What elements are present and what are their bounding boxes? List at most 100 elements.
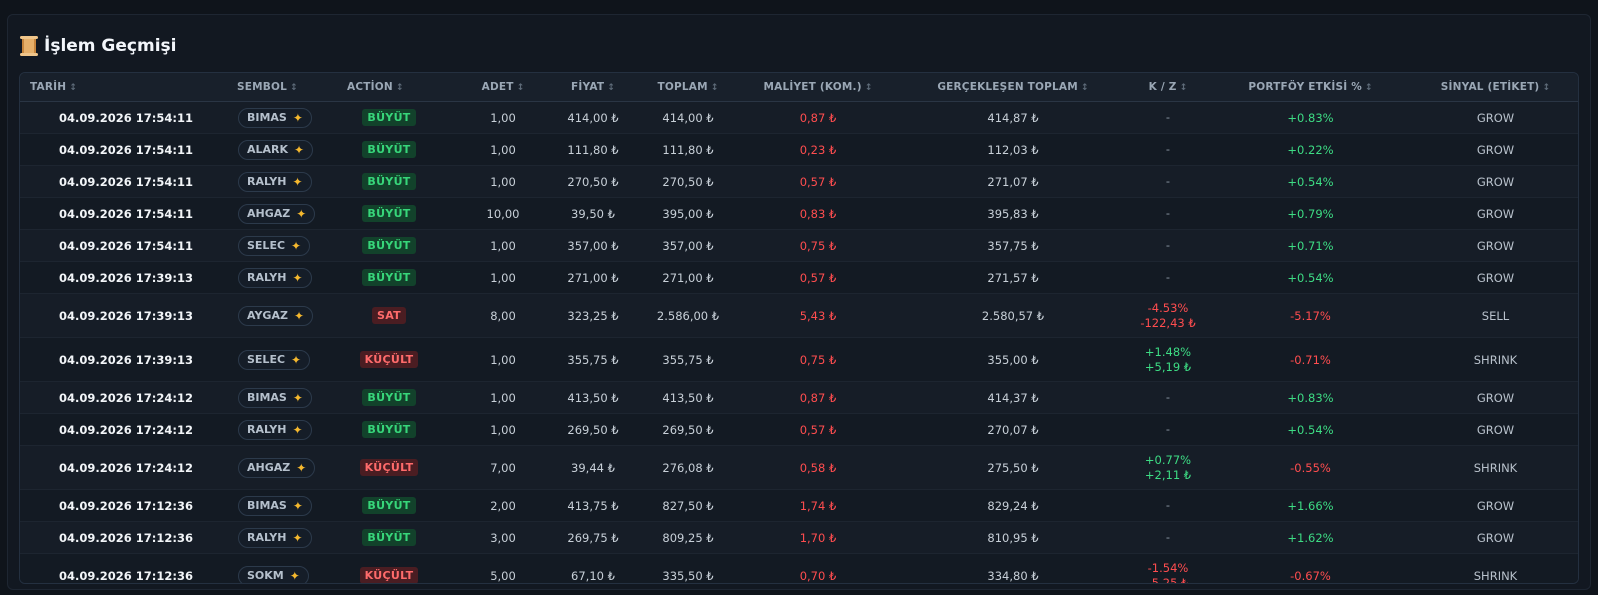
column-header-qty[interactable]: ADET ↕: [458, 73, 548, 102]
star-icon: ✦: [292, 390, 303, 405]
column-header-symbol[interactable]: SEMBOL ↕: [200, 73, 320, 102]
cell-date: 04.09.2026 17:24:12: [20, 445, 200, 490]
column-header-cost[interactable]: MALİYET (KOM.) ↕: [738, 73, 898, 102]
symbol-chip[interactable]: RALYH ✦: [238, 267, 312, 288]
cell-profit-loss: -: [1128, 165, 1208, 198]
column-header-label: ACTİON: [347, 81, 393, 93]
table-row[interactable]: 04.09.2026 17:39:13 SELEC ✦ KÜÇÜLT 1,00 355,7…: [20, 337, 1578, 382]
table-row[interactable]: 04.09.2026 17:12:36 SOKM ✦ KÜÇÜLT 5,00 67,10 …: [20, 553, 1578, 583]
symbol-chip[interactable]: RALYH ✦: [238, 527, 312, 548]
cell-symbol: BIMAS ✦: [200, 489, 320, 522]
sort-icon[interactable]: ↕: [69, 83, 77, 93]
table-row[interactable]: 04.09.2026 17:54:11 ALARK ✦ BÜYÜT 1,00 111,80…: [20, 133, 1578, 166]
column-header-impact[interactable]: PORTFÖY ETKİSİ % ↕: [1208, 73, 1413, 102]
cell-portfolio-impact: -0.67%: [1208, 553, 1413, 583]
column-header-date[interactable]: TARİH ↕: [20, 73, 200, 102]
symbol-chip[interactable]: SELEC ✦: [238, 235, 311, 256]
column-header-realized[interactable]: GERÇEKLEŞEN TOPLAM ↕: [898, 73, 1128, 102]
action-badge: BÜYÜT: [362, 389, 416, 406]
cell-qty: 1,00: [458, 261, 548, 294]
symbol-label: BIMAS: [247, 499, 287, 512]
cell-date: 04.09.2026 17:39:13: [20, 261, 200, 294]
cell-price: 355,75 ₺: [548, 337, 638, 382]
symbol-chip[interactable]: RALYH ✦: [238, 419, 312, 440]
cell-total: 270,50 ₺: [638, 165, 738, 198]
sort-icon[interactable]: ↕: [865, 83, 873, 93]
symbol-chip[interactable]: AYGAZ ✦: [238, 305, 314, 326]
table-row[interactable]: 04.09.2026 17:12:36 BIMAS ✦ BÜYÜT 2,00 413,75…: [20, 489, 1578, 522]
table-row[interactable]: 04.09.2026 17:24:12 BIMAS ✦ BÜYÜT 1,00 413,50…: [20, 381, 1578, 414]
cell-symbol: ALARK ✦: [200, 133, 320, 166]
cell-action: KÜÇÜLT: [320, 337, 458, 382]
table-row[interactable]: 04.09.2026 17:54:11 RALYH ✦ BÜYÜT 1,00 270,50…: [20, 165, 1578, 198]
table-row[interactable]: 04.09.2026 17:54:11 BIMAS ✦ BÜYÜT 1,00 414,00…: [20, 101, 1578, 134]
cell-date: 04.09.2026 17:12:36: [20, 521, 200, 554]
cell-realized-total: 414,37 ₺: [898, 381, 1128, 414]
cell-profit-loss: -: [1128, 521, 1208, 554]
symbol-chip[interactable]: AHGAZ ✦: [238, 203, 316, 224]
cell-date: 04.09.2026 17:24:12: [20, 381, 200, 414]
cell-cost: 0,87 ₺: [738, 101, 898, 134]
symbol-chip[interactable]: BIMAS ✦: [238, 495, 312, 516]
table-row[interactable]: 04.09.2026 17:24:12 RALYH ✦ BÜYÜT 1,00 269,50…: [20, 413, 1578, 446]
trade-history-table-container[interactable]: TARİH ↕ SEMBOL ↕ ACTİON ↕ ADET ↕ FİYAT ↕ TOPLAM ↕ MA…: [19, 72, 1579, 584]
column-header-label: TOPLAM: [657, 81, 708, 93]
cell-profit-loss: -: [1128, 229, 1208, 262]
sort-icon[interactable]: ↕: [607, 83, 615, 93]
symbol-chip[interactable]: SELEC ✦: [238, 349, 311, 370]
cell-profit-loss: -: [1128, 197, 1208, 230]
cell-profit-loss: -: [1128, 261, 1208, 294]
symbol-chip[interactable]: SOKM ✦: [238, 565, 309, 583]
sort-icon[interactable]: ↕: [517, 83, 525, 93]
cell-price: 39,44 ₺: [548, 445, 638, 490]
symbol-chip[interactable]: AHGAZ ✦: [238, 457, 316, 478]
column-header-action[interactable]: ACTİON ↕: [320, 73, 458, 102]
cell-total: 357,00 ₺: [638, 229, 738, 262]
sort-icon[interactable]: ↕: [1081, 83, 1089, 93]
cell-action: KÜÇÜLT: [320, 445, 458, 490]
cell-portfolio-impact: +1.62%: [1208, 521, 1413, 554]
sort-icon[interactable]: ↕: [711, 83, 719, 93]
star-icon: ✦: [292, 270, 303, 285]
cell-signal: GROW: [1413, 101, 1578, 134]
symbol-label: AHGAZ: [247, 461, 291, 474]
cell-action: BÜYÜT: [320, 381, 458, 414]
table-row[interactable]: 04.09.2026 17:39:13 AYGAZ ✦ SAT 8,00 323,25 ₺…: [20, 293, 1578, 338]
table-row[interactable]: 04.09.2026 17:54:11 AHGAZ ✦ BÜYÜT 10,00 39,50…: [20, 197, 1578, 230]
cell-qty: 1,00: [458, 381, 548, 414]
symbol-label: BIMAS: [247, 391, 287, 404]
column-header-signal[interactable]: SİNYAL (ETİKET) ↕: [1413, 73, 1578, 102]
sort-icon[interactable]: ↕: [1542, 83, 1550, 93]
sort-icon[interactable]: ↕: [396, 83, 404, 93]
symbol-chip[interactable]: BIMAS ✦: [238, 387, 312, 408]
table-row[interactable]: 04.09.2026 17:24:12 AHGAZ ✦ KÜÇÜLT 7,00 39,44…: [20, 445, 1578, 490]
cell-cost: 0,87 ₺: [738, 381, 898, 414]
sort-icon[interactable]: ↕: [290, 83, 298, 93]
profit-loss-percent: -4.53%: [1147, 300, 1189, 315]
profit-loss-percent: +1.48%: [1144, 344, 1192, 359]
cell-profit-loss: +1.48% +5,19 ₺: [1128, 337, 1208, 382]
table-row[interactable]: 04.09.2026 17:12:36 RALYH ✦ BÜYÜT 3,00 269,75…: [20, 521, 1578, 554]
cell-price: 269,50 ₺: [548, 413, 638, 446]
cell-total: 111,80 ₺: [638, 133, 738, 166]
symbol-chip[interactable]: ALARK ✦: [238, 139, 314, 160]
table-row[interactable]: 04.09.2026 17:39:13 RALYH ✦ BÜYÜT 1,00 271,00…: [20, 261, 1578, 294]
cell-realized-total: 271,57 ₺: [898, 261, 1128, 294]
sort-icon[interactable]: ↕: [1365, 83, 1373, 93]
table-row[interactable]: 04.09.2026 17:54:11 SELEC ✦ BÜYÜT 1,00 357,00…: [20, 229, 1578, 262]
cell-signal: SHRINK: [1413, 553, 1578, 583]
cell-signal: GROW: [1413, 229, 1578, 262]
scroll-icon: [20, 36, 38, 56]
cell-price: 414,00 ₺: [548, 101, 638, 134]
column-header-price[interactable]: FİYAT ↕: [548, 73, 638, 102]
cell-action: BÜYÜT: [320, 197, 458, 230]
symbol-chip[interactable]: RALYH ✦: [238, 171, 312, 192]
sort-icon[interactable]: ↕: [1180, 83, 1188, 93]
profit-loss-empty: -: [1165, 142, 1171, 156]
cell-symbol: RALYH ✦: [200, 521, 320, 554]
profit-loss-empty: -: [1165, 174, 1171, 188]
column-header-pl[interactable]: K / Z ↕: [1128, 73, 1208, 102]
cell-cost: 0,70 ₺: [738, 553, 898, 583]
symbol-chip[interactable]: BIMAS ✦: [238, 107, 312, 128]
column-header-total[interactable]: TOPLAM ↕: [638, 73, 738, 102]
